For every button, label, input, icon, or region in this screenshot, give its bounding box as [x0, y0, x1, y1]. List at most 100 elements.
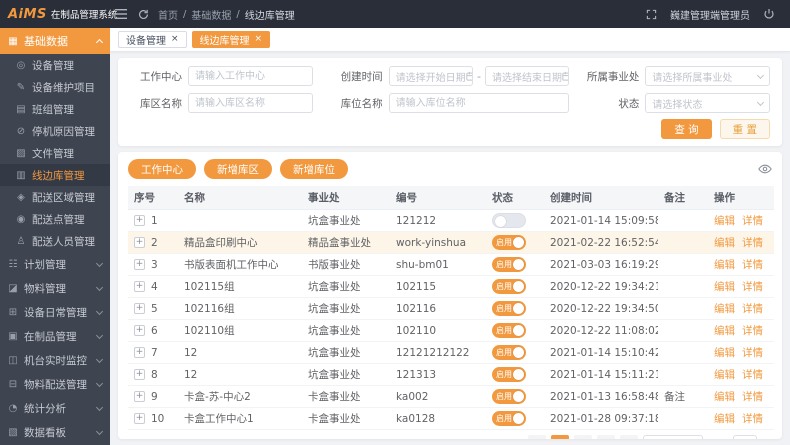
next-page-button[interactable]: [619, 435, 638, 439]
sidebar-section[interactable]: ⊞ 设备日常管理: [0, 300, 110, 324]
filter-panel: 工作中心 创建时间 请选择开始日期 - 请选择结: [118, 58, 782, 146]
add-warehouse-location-button[interactable]: 新增库位: [280, 159, 348, 179]
work-center-input[interactable]: [188, 66, 313, 86]
sidebar-section[interactable]: ☷ 计划管理: [0, 252, 110, 276]
page-jump-input[interactable]: 1: [733, 435, 757, 439]
user-name[interactable]: 巍建管理端管理员: [670, 7, 750, 22]
detail-link[interactable]: 详情: [742, 281, 763, 293]
sidebar-subitem[interactable]: ▥ 线边库管理: [0, 164, 110, 186]
edit-link[interactable]: 编辑: [714, 413, 735, 425]
detail-link[interactable]: 详情: [742, 237, 763, 249]
detail-link[interactable]: 详情: [742, 303, 763, 315]
sidebar-section-label: 设备日常管理: [24, 306, 87, 319]
status-toggle[interactable]: 启用: [492, 389, 526, 404]
expand-row-button[interactable]: +: [134, 281, 145, 292]
sidebar-section[interactable]: ▧ 数据看板: [0, 420, 110, 444]
detail-link[interactable]: 详情: [742, 259, 763, 271]
close-icon[interactable]: ×: [171, 35, 179, 44]
row-name: 102115组: [178, 275, 302, 298]
expand-row-button[interactable]: +: [134, 237, 145, 248]
close-icon[interactable]: ×: [255, 35, 263, 44]
edit-link[interactable]: 编辑: [714, 281, 735, 293]
expand-row-button[interactable]: +: [134, 259, 145, 270]
status-toggle[interactable]: 启用: [492, 279, 526, 294]
reset-button[interactable]: 重 置: [719, 119, 770, 139]
sidebar-subitem[interactable]: ✎ 设备维护项目: [0, 76, 110, 98]
status-select[interactable]: 请选择状态: [645, 93, 770, 113]
search-button[interactable]: 查 询: [661, 119, 712, 139]
breadcrumb-basic-data[interactable]: 基础数据: [191, 7, 231, 22]
edit-link[interactable]: 编辑: [714, 259, 735, 271]
status-toggle[interactable]: 启用: [492, 257, 526, 272]
chevron-down-icon: [95, 427, 104, 435]
collapse-sidebar-button[interactable]: [110, 0, 132, 28]
warehouse-area-input[interactable]: [188, 93, 313, 113]
sidebar-subitem[interactable]: ▨ 文件管理: [0, 142, 110, 164]
end-date-input[interactable]: 请选择结束日期: [484, 66, 570, 86]
fullscreen-button[interactable]: [640, 0, 662, 28]
sidebar-section[interactable]: ⊟ 物料配送管理: [0, 372, 110, 396]
edit-link[interactable]: 编辑: [714, 325, 735, 337]
expand-row-button[interactable]: +: [134, 303, 145, 314]
detail-link[interactable]: 详情: [742, 369, 763, 381]
sidebar-section[interactable]: ◔ 统计分析: [0, 396, 110, 420]
chevron-down-icon: [756, 98, 765, 106]
status-toggle[interactable]: 启用: [492, 235, 526, 250]
expand-row-button[interactable]: +: [134, 215, 145, 226]
detail-link[interactable]: 详情: [742, 325, 763, 337]
warehouse-location-input[interactable]: [388, 93, 570, 113]
tab-device-management[interactable]: 设备管理 ×: [118, 31, 187, 48]
edit-link[interactable]: 编辑: [714, 369, 735, 381]
status-toggle[interactable]: 启用: [492, 345, 526, 360]
tab-line-warehouse[interactable]: 线边库管理 ×: [191, 31, 271, 48]
status-toggle[interactable]: 启用: [492, 323, 526, 338]
edit-link[interactable]: 编辑: [714, 303, 735, 315]
expand-row-button[interactable]: +: [134, 369, 145, 380]
row-seq: 8: [151, 368, 158, 381]
sidebar-subitem[interactable]: ⊘ 停机原因管理: [0, 120, 110, 142]
edit-link[interactable]: 编辑: [714, 237, 735, 249]
work-center-button[interactable]: 工作中心: [128, 159, 196, 179]
detail-link[interactable]: 详情: [742, 413, 763, 425]
status-toggle[interactable]: 启用: [492, 367, 526, 382]
sidebar-section[interactable]: ◪ 物料管理: [0, 276, 110, 300]
row-division: 坑盒事业处: [302, 319, 390, 342]
prev-page-button[interactable]: [527, 435, 546, 439]
table-row: +8 12 坑盒事业处 121313 启用 2021-01-14 15:11:2…: [128, 363, 774, 386]
status-toggle[interactable]: 启用: [492, 411, 526, 426]
sidebar-subitem-label: 配送点管理: [32, 213, 85, 226]
row-created: 2021-01-14 15:11:21: [544, 363, 658, 386]
sidebar-subitem[interactable]: ◈ 配送区域管理: [0, 186, 110, 208]
sidebar-item-basic-data[interactable]: ▦ 基础数据: [0, 28, 110, 54]
sidebar-subitem[interactable]: ♙ 配送人员管理: [0, 230, 110, 252]
edit-link[interactable]: 编辑: [714, 347, 735, 359]
detail-link[interactable]: 详情: [742, 347, 763, 359]
detail-link[interactable]: 详情: [742, 215, 763, 227]
row-name: 12: [178, 341, 302, 364]
page-size-select[interactable]: 10 条/页: [642, 435, 703, 439]
expand-row-button[interactable]: +: [134, 347, 145, 358]
expand-row-button[interactable]: +: [134, 413, 145, 424]
column-visibility-button[interactable]: [758, 162, 772, 176]
refresh-button[interactable]: [132, 0, 154, 28]
division-select[interactable]: 请选择所属事业处: [645, 66, 770, 86]
sidebar-section[interactable]: ◫ 机台实时监控: [0, 348, 110, 372]
page-button-2[interactable]: 2: [573, 435, 592, 439]
detail-link[interactable]: 详情: [742, 391, 763, 403]
expand-row-button[interactable]: +: [134, 391, 145, 402]
edit-link[interactable]: 编辑: [714, 391, 735, 403]
page-button-1[interactable]: 1: [550, 435, 569, 439]
sidebar-subitem[interactable]: ◉ 配送点管理: [0, 208, 110, 230]
sidebar-subitem[interactable]: ▤ 班组管理: [0, 98, 110, 120]
status-toggle[interactable]: [492, 213, 526, 228]
page-button-3[interactable]: 3: [596, 435, 615, 439]
status-toggle[interactable]: 启用: [492, 301, 526, 316]
expand-row-button[interactable]: +: [134, 325, 145, 336]
sidebar-section[interactable]: ▣ 在制品管理: [0, 324, 110, 348]
start-date-input[interactable]: 请选择开始日期: [388, 66, 473, 86]
logout-button[interactable]: [758, 0, 780, 28]
sidebar-subitem[interactable]: ◎ 设备管理: [0, 54, 110, 76]
breadcrumb-home[interactable]: 首页: [158, 7, 178, 22]
edit-link[interactable]: 编辑: [714, 215, 735, 227]
add-warehouse-area-button[interactable]: 新增库区: [204, 159, 272, 179]
